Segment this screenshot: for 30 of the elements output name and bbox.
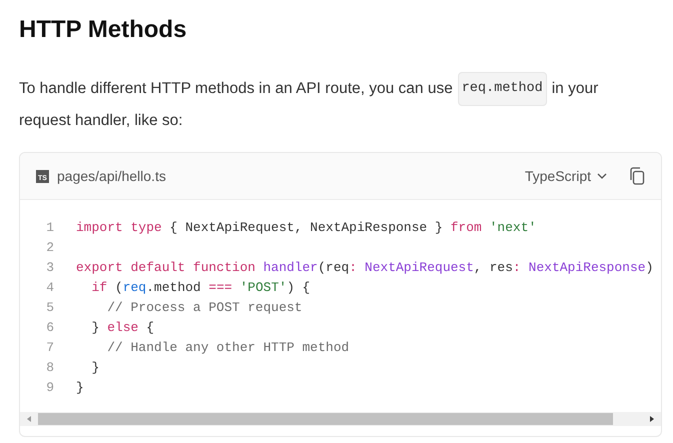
line-number: 9 — [45, 379, 55, 397]
code-line: export default function handler(req: NextApiRequest, res: NextApiResponse) — [76, 259, 654, 277]
line-number: 5 — [45, 299, 55, 317]
line-number: 4 — [45, 279, 55, 297]
code-line: import type { NextApiRequest, NextApiResponse } from 'next' — [76, 219, 536, 237]
line-number: 2 — [45, 239, 55, 257]
chevron-down-icon — [597, 173, 607, 179]
code-line: if (req.method === 'POST') { — [90, 279, 310, 297]
code-line: } else { — [90, 319, 154, 337]
section-heading: HTTP Methods — [19, 15, 188, 45]
code-line: // Handle any other HTTP method — [106, 339, 350, 357]
code-line: } — [90, 359, 100, 377]
scrollbar-thumb[interactable] — [38, 413, 613, 425]
file-name: pages/api/hello.ts — [57, 168, 167, 184]
code-line: // Process a POST request — [106, 299, 302, 317]
code-line: } — [76, 379, 84, 397]
line-number: 7 — [45, 339, 55, 357]
scroll-left-icon[interactable] — [25, 415, 33, 423]
line-number: 6 — [45, 319, 55, 337]
line-number: 3 — [45, 259, 55, 277]
paragraph-text: in your — [552, 79, 598, 99]
inline-code: req.method — [458, 72, 547, 106]
horizontal-scrollbar[interactable] — [20, 412, 661, 426]
paragraph-text: To handle different HTTP methods in an API route, you can use — [19, 79, 453, 99]
scroll-right-icon[interactable] — [648, 415, 656, 423]
language-dropdown[interactable]: TypeScript — [524, 168, 607, 184]
paragraph-text: request handler, like so: — [19, 111, 183, 131]
line-number: 8 — [45, 359, 55, 377]
line-number: 1 — [45, 219, 55, 237]
copy-icon[interactable] — [629, 167, 645, 185]
